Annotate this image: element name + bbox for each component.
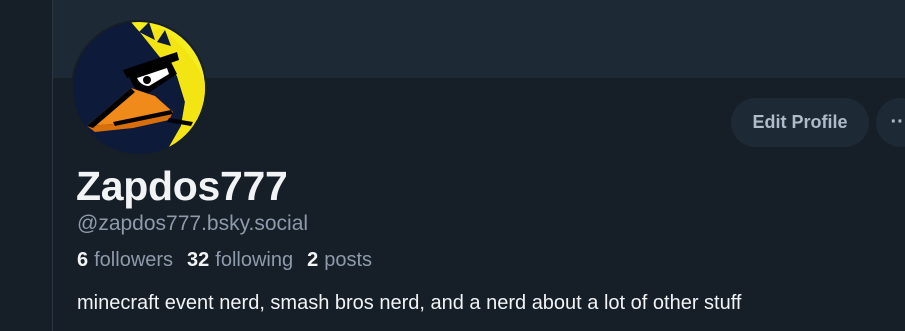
edit-profile-button[interactable]: Edit Profile	[731, 98, 869, 147]
following-count: 32	[187, 249, 210, 271]
posts-stat: 2 posts	[307, 246, 372, 274]
following-label: following	[215, 249, 294, 271]
followers-link[interactable]: 6 followers	[77, 246, 173, 274]
profile-page: Edit Profile ··· Zapdos777 @zapdos777.bs…	[0, 0, 905, 331]
followers-count: 6	[77, 249, 89, 271]
followers-label: followers	[94, 249, 174, 271]
display-name: Zapdos777	[76, 163, 288, 209]
profile-stats: 6 followers 32 following 2 posts	[77, 246, 372, 274]
profile-handle: @zapdos777.bsky.social	[77, 212, 309, 235]
more-options-button[interactable]: ···	[876, 98, 905, 147]
left-rail	[0, 0, 52, 331]
profile-main: Edit Profile ··· Zapdos777 @zapdos777.bs…	[53, 0, 905, 331]
following-link[interactable]: 32 following	[187, 246, 293, 274]
profile-bio: minecraft event nerd, smash bros nerd, a…	[77, 292, 742, 314]
avatar[interactable]	[71, 20, 207, 156]
ellipsis-icon: ···	[890, 111, 905, 133]
posts-count: 2	[307, 249, 319, 271]
posts-label: posts	[324, 249, 373, 271]
zapdos-avatar-icon	[73, 22, 205, 154]
